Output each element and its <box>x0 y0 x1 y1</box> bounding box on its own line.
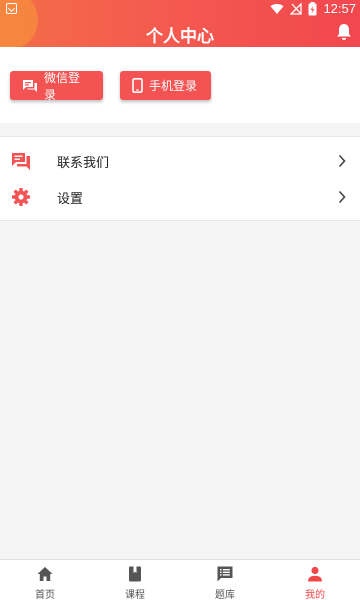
chat-icon <box>23 79 37 92</box>
home-icon <box>37 567 53 581</box>
bell-icon[interactable] <box>334 22 354 42</box>
wifi-icon <box>270 3 284 14</box>
battery-icon <box>308 1 317 15</box>
page-title: 个人中心 <box>146 27 214 47</box>
no-signal-icon <box>290 2 303 15</box>
tab-question-bank[interactable]: 题库 <box>180 560 270 600</box>
chevron-right-icon <box>338 190 346 204</box>
tab-label: 题库 <box>215 590 235 600</box>
gear-icon <box>12 188 30 206</box>
menu-item-label: 联系我们 <box>57 156 110 171</box>
status-bar: 12:57 <box>0 0 360 18</box>
login-section: 微信登录 手机登录 <box>0 47 360 123</box>
wechat-login-button[interactable]: 微信登录 <box>10 70 103 102</box>
phone-login-label: 手机登录 <box>149 79 198 93</box>
title-bar: 个人中心 <box>0 18 360 47</box>
tab-home[interactable]: 首页 <box>0 560 90 600</box>
question-bank-icon <box>217 566 233 582</box>
phone-login-button[interactable]: 手机登录 <box>120 71 211 100</box>
book-icon <box>129 566 141 582</box>
chevron-right-icon <box>338 154 346 168</box>
status-time: 12:57 <box>323 1 356 16</box>
app-header: 12:57 个人中心 <box>0 0 360 47</box>
bottom-nav: 首页 课程 题库 我的 <box>0 559 360 600</box>
menu-item-settings[interactable]: 设置 <box>0 179 360 215</box>
chat-icon <box>12 153 30 170</box>
menu-list: 联系我们 设置 <box>0 136 360 221</box>
wechat-login-label: 微信登录 <box>44 70 81 102</box>
phone-icon <box>132 78 143 93</box>
tab-label: 首页 <box>35 590 55 600</box>
menu-item-contact-us[interactable]: 联系我们 <box>0 143 360 179</box>
tab-courses[interactable]: 课程 <box>90 560 180 600</box>
tab-mine[interactable]: 我的 <box>270 560 360 600</box>
notification-icon <box>6 3 17 14</box>
tab-label: 我的 <box>305 590 325 600</box>
tab-label: 课程 <box>125 590 145 600</box>
status-icons: 12:57 <box>270 1 356 16</box>
person-icon <box>308 566 322 582</box>
menu-item-label: 设置 <box>57 192 84 207</box>
